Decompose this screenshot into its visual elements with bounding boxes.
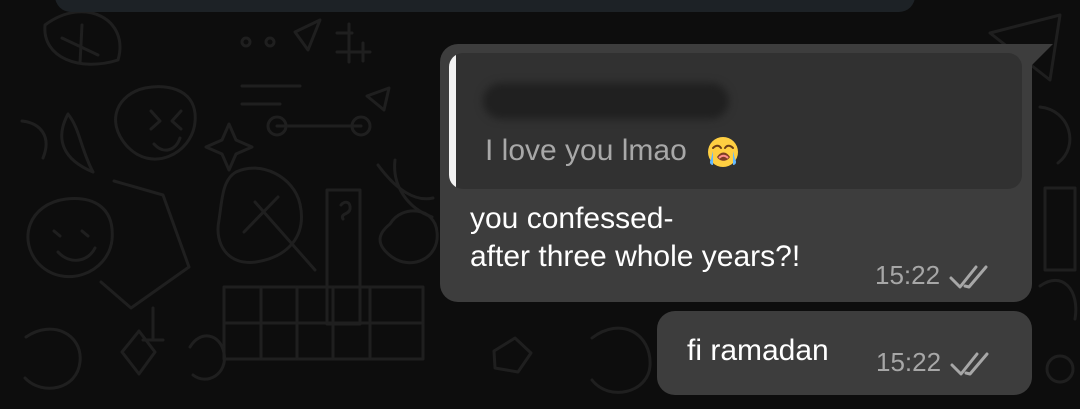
message-text: you confessed- after three whole years?! xyxy=(470,202,801,273)
redacted-quote-author xyxy=(483,83,729,119)
quoted-reply[interactable]: I love you lmao xyxy=(449,53,1022,189)
bubble-tail xyxy=(1031,44,1053,66)
message-time: 15:22 xyxy=(875,260,941,290)
quoted-message-text: I love you lmao xyxy=(485,131,741,171)
previous-message-edge xyxy=(55,0,915,12)
message-meta: 15:22 xyxy=(875,259,990,291)
outgoing-message-bubble[interactable]: fi ramadan 15:22 xyxy=(657,311,1032,395)
quote-accent-bar xyxy=(449,53,456,189)
loudly-crying-face-emoji xyxy=(708,137,739,168)
outgoing-message-bubble[interactable]: I love you lmao you confessed- after thr… xyxy=(440,44,1053,302)
double-check-icon xyxy=(950,352,989,376)
message-meta: 15:22 xyxy=(876,346,991,378)
message-text: fi ramadan xyxy=(687,334,829,367)
quoted-text-label: I love you lmao xyxy=(485,134,687,167)
chat-screen: I love you lmao you confessed- after thr… xyxy=(0,0,1080,409)
double-check-icon xyxy=(949,265,988,289)
message-time: 15:22 xyxy=(876,347,942,377)
